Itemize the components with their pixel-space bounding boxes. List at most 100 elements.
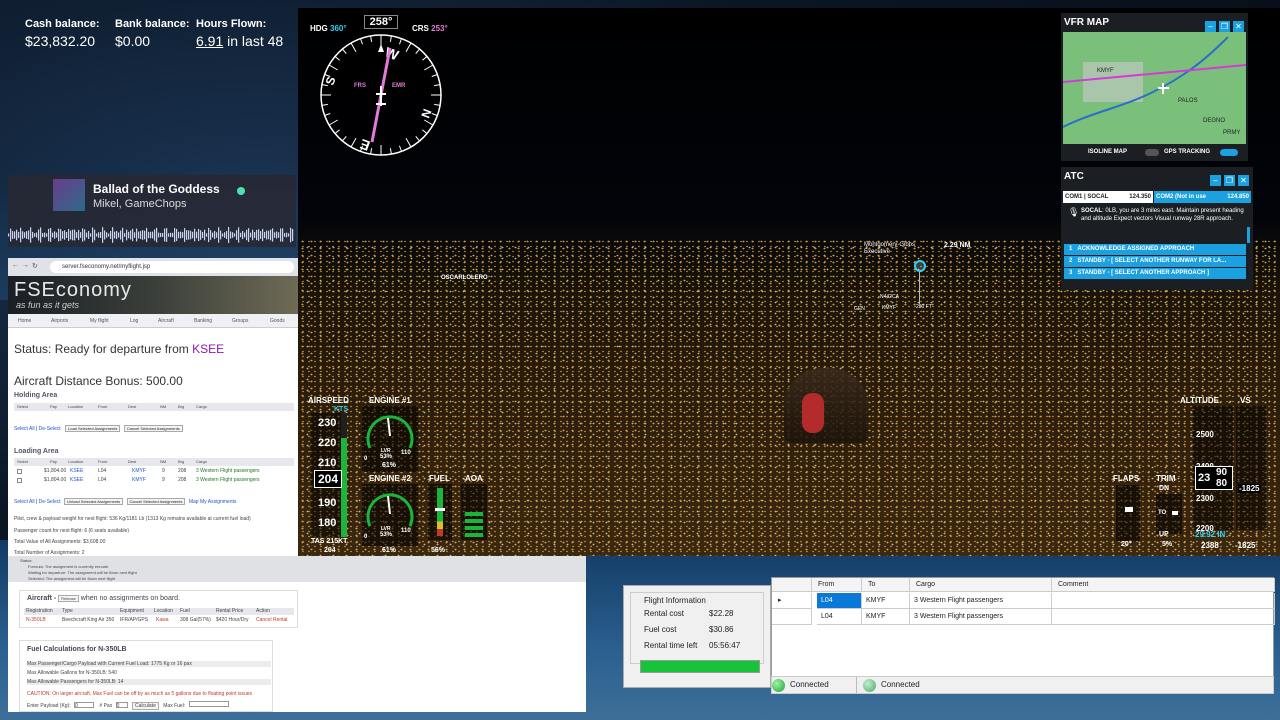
ac-loc[interactable]: Kawa (156, 617, 169, 623)
wave-bar (148, 231, 150, 239)
tag-kmyf: KMYF (882, 305, 896, 311)
gps-toggle[interactable] (1220, 149, 1238, 156)
engine1-pct: 53% (380, 454, 393, 460)
fse-logo[interactable]: FSEconomy (14, 279, 132, 302)
maxfuel-label: Max Fuel: (163, 703, 186, 709)
atc-scrollbar[interactable] (1247, 227, 1250, 243)
grid-col-comment[interactable]: Comment (1052, 578, 1275, 592)
grid-col-to[interactable]: To (862, 578, 910, 592)
row-location[interactable]: KSEE (70, 468, 83, 474)
cancel-button-2[interactable]: Cancel Selected Assignments (126, 498, 186, 505)
release-button[interactable]: Release (58, 595, 79, 602)
nav-groups[interactable]: Groups (232, 318, 248, 324)
grid-cell-comment[interactable] (1052, 609, 1275, 625)
fuel-cost-value: $30.86 (709, 625, 734, 634)
nav-goods[interactable]: Goods (270, 318, 285, 324)
com1-tab[interactable]: COM1 | SOCAL 124.350 (1063, 191, 1153, 203)
grid-cell-to[interactable]: KMYF (862, 609, 910, 625)
wave-bar (54, 231, 56, 239)
aircraft-row[interactable]: N-350LB Beechcraft King Air 350 IFR/AP/G… (24, 617, 294, 625)
ac-reg[interactable]: N-350LB (26, 617, 46, 623)
atc-from: SOCAL (1081, 208, 1102, 214)
nav-airports[interactable]: Airports (51, 318, 68, 324)
wave-bar (74, 229, 76, 241)
select-all-link-2[interactable]: Select All (14, 499, 35, 505)
calculate-button[interactable]: Calculate (132, 702, 159, 710)
grid-cell-from[interactable]: L04 (817, 609, 862, 625)
maxfuel-input[interactable] (188, 701, 229, 707)
grid-col-from[interactable]: From (812, 578, 862, 592)
minimize-icon[interactable]: – (1205, 21, 1216, 32)
grid-cell-cargo[interactable]: 3 Western Flight passengers (910, 593, 1052, 609)
vfr-map[interactable]: KMYF PALOS DEGNO PRMY (1063, 32, 1246, 144)
deselect-link[interactable]: De-Select (39, 426, 61, 432)
unload-button[interactable]: Unload Selected Assignments (64, 498, 124, 505)
grid-cell-comment[interactable] (1052, 593, 1275, 609)
back-icon[interactable]: ← (12, 262, 19, 269)
select-all-link[interactable]: Select All (14, 426, 35, 432)
hours-suffix: in last 48 (227, 33, 284, 49)
wave-bar (230, 231, 232, 239)
cancel-button[interactable]: Cancel Selected Assignments (123, 425, 183, 432)
reload-icon[interactable]: ↻ (32, 262, 38, 270)
holding-header: Select Pay Location From Dest NM Brg Car… (14, 403, 294, 411)
nav-banking[interactable]: Banking (194, 318, 212, 324)
nav-home[interactable]: Home (18, 318, 31, 324)
grid-col-cargo[interactable]: Cargo (910, 578, 1052, 592)
row-dest[interactable]: KMYF (132, 477, 146, 483)
tail-livery (802, 393, 824, 433)
baro-setting: 29.92 IN (1195, 530, 1226, 539)
map-label-palos: PALOS (1178, 98, 1198, 104)
wave-bar (242, 230, 244, 240)
aoa-gauge (461, 484, 487, 540)
table-row[interactable]: $1,804.00 KSEE L04 KMYF 9 208 3 Western … (14, 467, 294, 476)
load-button[interactable]: Load Selected Assignments (65, 425, 121, 432)
forward-icon[interactable]: → (22, 262, 29, 269)
nav-aircraft[interactable]: Aircraft (158, 318, 174, 324)
atc-window: ATC – ❐ ✕ COM1 | SOCAL 124.350 COM2 (Not in… (1061, 167, 1253, 290)
wave-bar (196, 231, 198, 239)
fuel-line-2: Max Allowable Gallons for N-350LB: 540 (27, 670, 117, 676)
ac-fuel: 308 Gal(57%) (180, 617, 211, 623)
close-icon[interactable]: ✕ (1233, 21, 1244, 32)
row-checkbox[interactable] (17, 478, 22, 483)
wave-bar (264, 231, 266, 239)
row-dest[interactable]: KMYF (132, 468, 146, 474)
atc-option-3[interactable]: 3 STANDBY - [ SELECT ANOTHER APPROACH ] (1064, 268, 1246, 279)
restore-icon[interactable]: ❐ (1219, 21, 1230, 32)
map-assignments-link[interactable]: Map My Assignments (189, 499, 237, 505)
grid-cell-cargo[interactable]: 3 Western Flight passengers (910, 609, 1052, 625)
map-label-prmy: PRMY (1223, 130, 1240, 136)
status-airport[interactable]: KSEE (192, 342, 224, 356)
deselect-link-2[interactable]: De-Select (39, 499, 61, 505)
nav-log[interactable]: Log (130, 318, 138, 324)
wave-bar (92, 227, 94, 243)
row-selector-icon[interactable]: ▸ (772, 593, 812, 609)
wave-bar (254, 232, 256, 238)
grid-cell-to[interactable]: KMYF (862, 593, 910, 609)
url-bar[interactable]: server.fseconomy.net/myflight.jsp (50, 261, 294, 273)
wave-bar (82, 228, 84, 242)
atc-option-1[interactable]: 1 ACKNOWLEDGE ASSIGNED APPROACH (1064, 244, 1246, 255)
ac-action[interactable]: Cancel Rental (256, 617, 287, 623)
grid-cell-from[interactable]: L04 (817, 593, 862, 609)
legend-line-3: Selected: The assignment will be flown n… (28, 576, 116, 581)
payload-input[interactable]: 0 (74, 702, 95, 709)
wave-bar (18, 231, 20, 239)
isoline-toggle[interactable] (1145, 149, 1159, 156)
atc-option-2-text: STANDBY - [ SELECT ANOTHER RUNWAY FOR LA… (1077, 258, 1227, 264)
close-icon[interactable]: ✕ (1238, 175, 1249, 186)
pax-select[interactable]: 0 (115, 702, 128, 709)
restore-icon[interactable]: ❐ (1224, 175, 1235, 186)
com2-tab[interactable]: COM2 (Not in use 124.850 (1154, 191, 1251, 203)
row-location[interactable]: KSEE (70, 477, 83, 483)
load-col-select: Select (17, 459, 29, 464)
atc-option-2[interactable]: 2 STANDBY - [ SELECT ANOTHER RUNWAY FOR … (1064, 256, 1246, 267)
table-row[interactable]: $1,804.00 KSEE L04 KMYF 9 208 3 Western … (14, 476, 294, 485)
row-checkbox[interactable] (17, 469, 22, 474)
nav-my-flight[interactable]: My flight (90, 318, 109, 324)
wave-bar (186, 230, 188, 240)
row-selector[interactable] (772, 609, 812, 625)
minimize-icon[interactable]: – (1210, 175, 1221, 186)
fseconomy-browser-lower: Status: Formula: The assignment is curre… (8, 556, 586, 712)
